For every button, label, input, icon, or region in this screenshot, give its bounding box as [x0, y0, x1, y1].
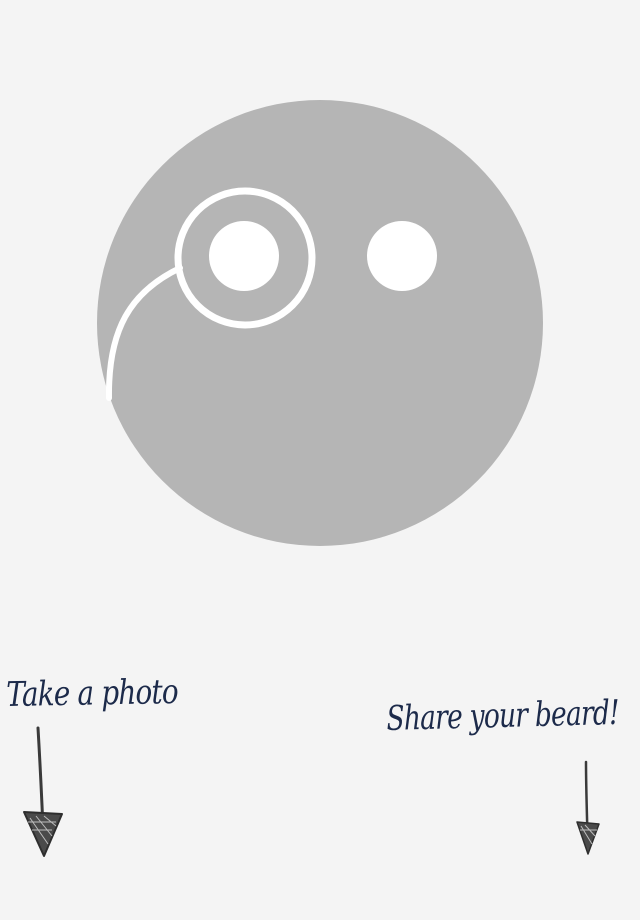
monocle-face-icon — [97, 100, 543, 546]
arrow-down-icon — [23, 726, 63, 857]
share-beard-hint: Share your beard! — [385, 692, 620, 739]
left-eye — [209, 221, 279, 291]
right-eye — [367, 221, 437, 291]
face-circle — [97, 100, 543, 546]
take-photo-hint: Take a photo — [5, 672, 179, 715]
arrow-down-icon — [576, 760, 600, 855]
